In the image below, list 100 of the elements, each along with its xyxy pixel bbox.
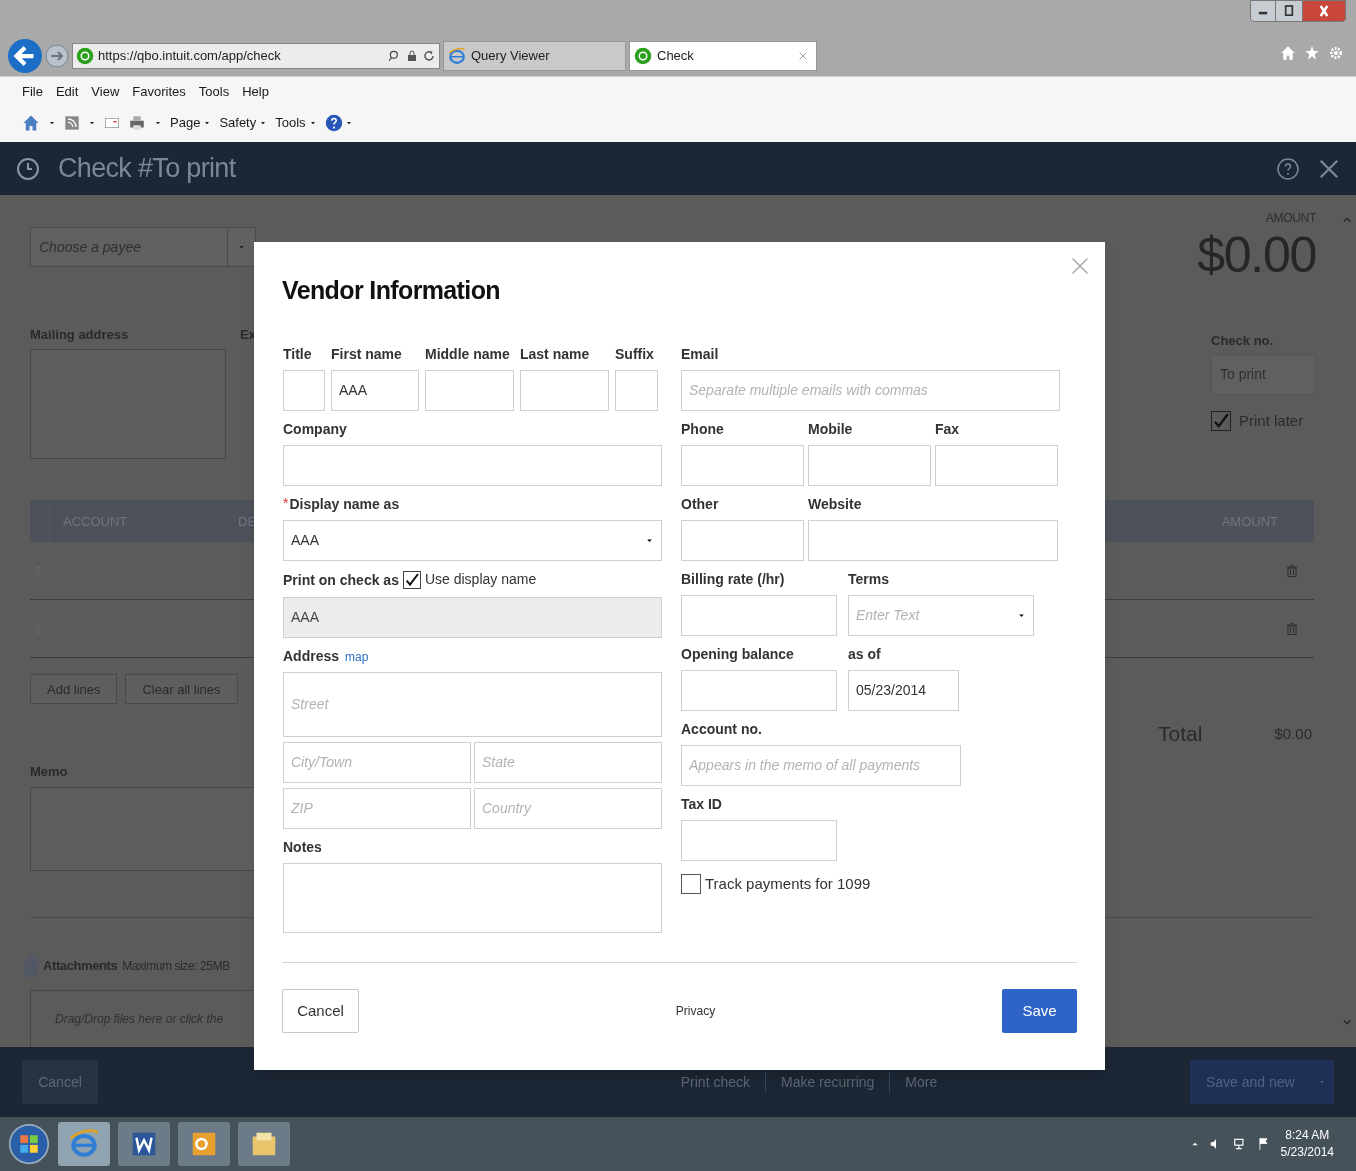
text-field[interactable]: Separate multiple emails with commas bbox=[681, 369, 1060, 411]
privacy-link[interactable]: Privacy bbox=[675, 1002, 716, 1020]
print-name-field[interactable]: AAA bbox=[283, 596, 662, 638]
text-field[interactable]: Appears in the memo of all payments bbox=[681, 744, 961, 786]
text-field[interactable] bbox=[681, 519, 804, 561]
text-field[interactable] bbox=[283, 444, 662, 486]
page-title: Check #To print bbox=[58, 152, 237, 186]
scroll-up-icon[interactable] bbox=[1341, 215, 1353, 225]
address-bar[interactable]: https://qbo.intuit.com/app/check bbox=[72, 43, 440, 69]
field-label: Company bbox=[283, 419, 348, 439]
save-button[interactable]: Save bbox=[1002, 989, 1077, 1033]
field-label: Print on check as bbox=[283, 570, 399, 590]
field-label: as of bbox=[848, 644, 882, 664]
field-label: Account no. bbox=[681, 719, 763, 739]
field-label: Middle name bbox=[425, 344, 511, 364]
map-link[interactable]: map bbox=[345, 647, 369, 666]
text-field[interactable] bbox=[681, 819, 837, 861]
caret-icon[interactable] bbox=[344, 119, 353, 127]
field-label: Last name bbox=[520, 344, 591, 364]
text-field[interactable]: Country bbox=[474, 787, 662, 829]
caret-icon bbox=[259, 119, 268, 127]
lock-icon[interactable] bbox=[406, 49, 418, 63]
field-label: Notes bbox=[283, 837, 323, 857]
globe-e-icon bbox=[448, 47, 466, 65]
command-menu[interactable]: Safety bbox=[219, 113, 268, 133]
field-label: First name bbox=[331, 344, 403, 364]
scroll-down-icon[interactable] bbox=[1341, 1017, 1353, 1027]
field-label: Other bbox=[681, 494, 720, 514]
text-field[interactable]: Street bbox=[283, 671, 662, 737]
home-icon[interactable] bbox=[1280, 45, 1296, 61]
field-label: Mobile bbox=[808, 419, 854, 439]
clock-icon[interactable] bbox=[16, 156, 40, 181]
star-icon[interactable] bbox=[1304, 45, 1320, 61]
caret-icon bbox=[203, 119, 212, 127]
field-label: Display name as bbox=[289, 494, 400, 514]
mail-icon[interactable] bbox=[104, 115, 120, 131]
minimize-icon[interactable] bbox=[1250, 0, 1276, 22]
text-field[interactable]: City/Town bbox=[283, 741, 471, 783]
text-field[interactable] bbox=[283, 369, 325, 411]
caret-icon[interactable] bbox=[154, 119, 162, 127]
required-mark: * bbox=[283, 494, 289, 513]
close-icon[interactable] bbox=[1071, 257, 1089, 275]
command-menu[interactable]: Tools bbox=[275, 113, 317, 133]
menu-item[interactable]: Favorites bbox=[132, 82, 186, 102]
text-field[interactable] bbox=[681, 669, 837, 711]
folder-app-icon[interactable] bbox=[238, 1122, 290, 1166]
restore-icon[interactable] bbox=[1276, 0, 1302, 22]
close-icon[interactable] bbox=[1302, 0, 1346, 22]
start-orb-icon[interactable] bbox=[8, 1123, 50, 1165]
menu-item[interactable]: Help bbox=[242, 82, 269, 102]
cancel-button[interactable]: Cancel bbox=[282, 989, 359, 1033]
url-text: https://qbo.intuit.com/app/check bbox=[98, 47, 282, 66]
printer-icon[interactable] bbox=[128, 114, 146, 132]
date-field[interactable]: 05/23/2014 bbox=[848, 669, 959, 711]
refresh-icon[interactable] bbox=[422, 49, 436, 63]
browser-app-icon[interactable] bbox=[58, 1122, 110, 1166]
clock-date[interactable]: 5/23/2014 bbox=[1280, 1144, 1334, 1161]
caret-icon[interactable] bbox=[88, 119, 96, 127]
command-menu[interactable]: Page bbox=[170, 113, 212, 133]
caret-icon bbox=[308, 119, 317, 127]
tray-arrow-icon[interactable] bbox=[1190, 1140, 1199, 1148]
field-label: Terms bbox=[848, 569, 890, 589]
close-icon[interactable] bbox=[1318, 157, 1340, 180]
field-label: Website bbox=[808, 494, 863, 514]
clock-time[interactable]: 8:24 AM bbox=[1285, 1127, 1330, 1144]
checkbox[interactable] bbox=[1211, 410, 1231, 431]
home-icon[interactable] bbox=[22, 114, 40, 132]
text-field[interactable] bbox=[935, 444, 1058, 486]
network-icon[interactable] bbox=[1232, 1137, 1247, 1151]
field-label: Opening balance bbox=[681, 644, 795, 664]
document-app-icon[interactable] bbox=[118, 1122, 170, 1166]
menu-item[interactable]: Tools bbox=[198, 82, 230, 102]
help-icon[interactable] bbox=[324, 114, 343, 132]
text-field[interactable] bbox=[808, 519, 1058, 561]
display-name-dropdown[interactable]: AAA bbox=[283, 519, 662, 561]
browser-tab[interactable]: Query Viewer bbox=[443, 41, 626, 71]
menu-item[interactable]: File bbox=[22, 82, 43, 102]
help-icon[interactable] bbox=[1276, 156, 1300, 181]
field-label: Fax bbox=[935, 419, 961, 439]
menu-item[interactable]: View bbox=[91, 82, 120, 102]
text-field[interactable] bbox=[425, 369, 514, 411]
text-field[interactable]: State bbox=[474, 741, 662, 783]
feed-icon[interactable] bbox=[64, 115, 80, 131]
checkbox[interactable] bbox=[681, 873, 701, 894]
text-field[interactable] bbox=[615, 369, 658, 411]
browser-tab[interactable]: Check bbox=[629, 41, 817, 71]
text-field[interactable] bbox=[681, 594, 837, 636]
caret-icon[interactable] bbox=[48, 119, 56, 127]
text-field[interactable] bbox=[520, 369, 609, 411]
text-field[interactable] bbox=[808, 444, 931, 486]
close-icon[interactable] bbox=[798, 51, 808, 61]
text-field[interactable]: AAA bbox=[331, 369, 419, 411]
text-field[interactable] bbox=[681, 444, 804, 486]
notes-field[interactable] bbox=[283, 862, 662, 933]
text-field[interactable]: ZIP bbox=[283, 787, 471, 829]
checkbox[interactable] bbox=[402, 570, 421, 589]
site-logo-icon bbox=[76, 47, 94, 65]
flag-icon[interactable] bbox=[1256, 1137, 1271, 1151]
menu-item[interactable]: Edit bbox=[55, 82, 79, 102]
settings-icon[interactable] bbox=[1328, 45, 1344, 61]
